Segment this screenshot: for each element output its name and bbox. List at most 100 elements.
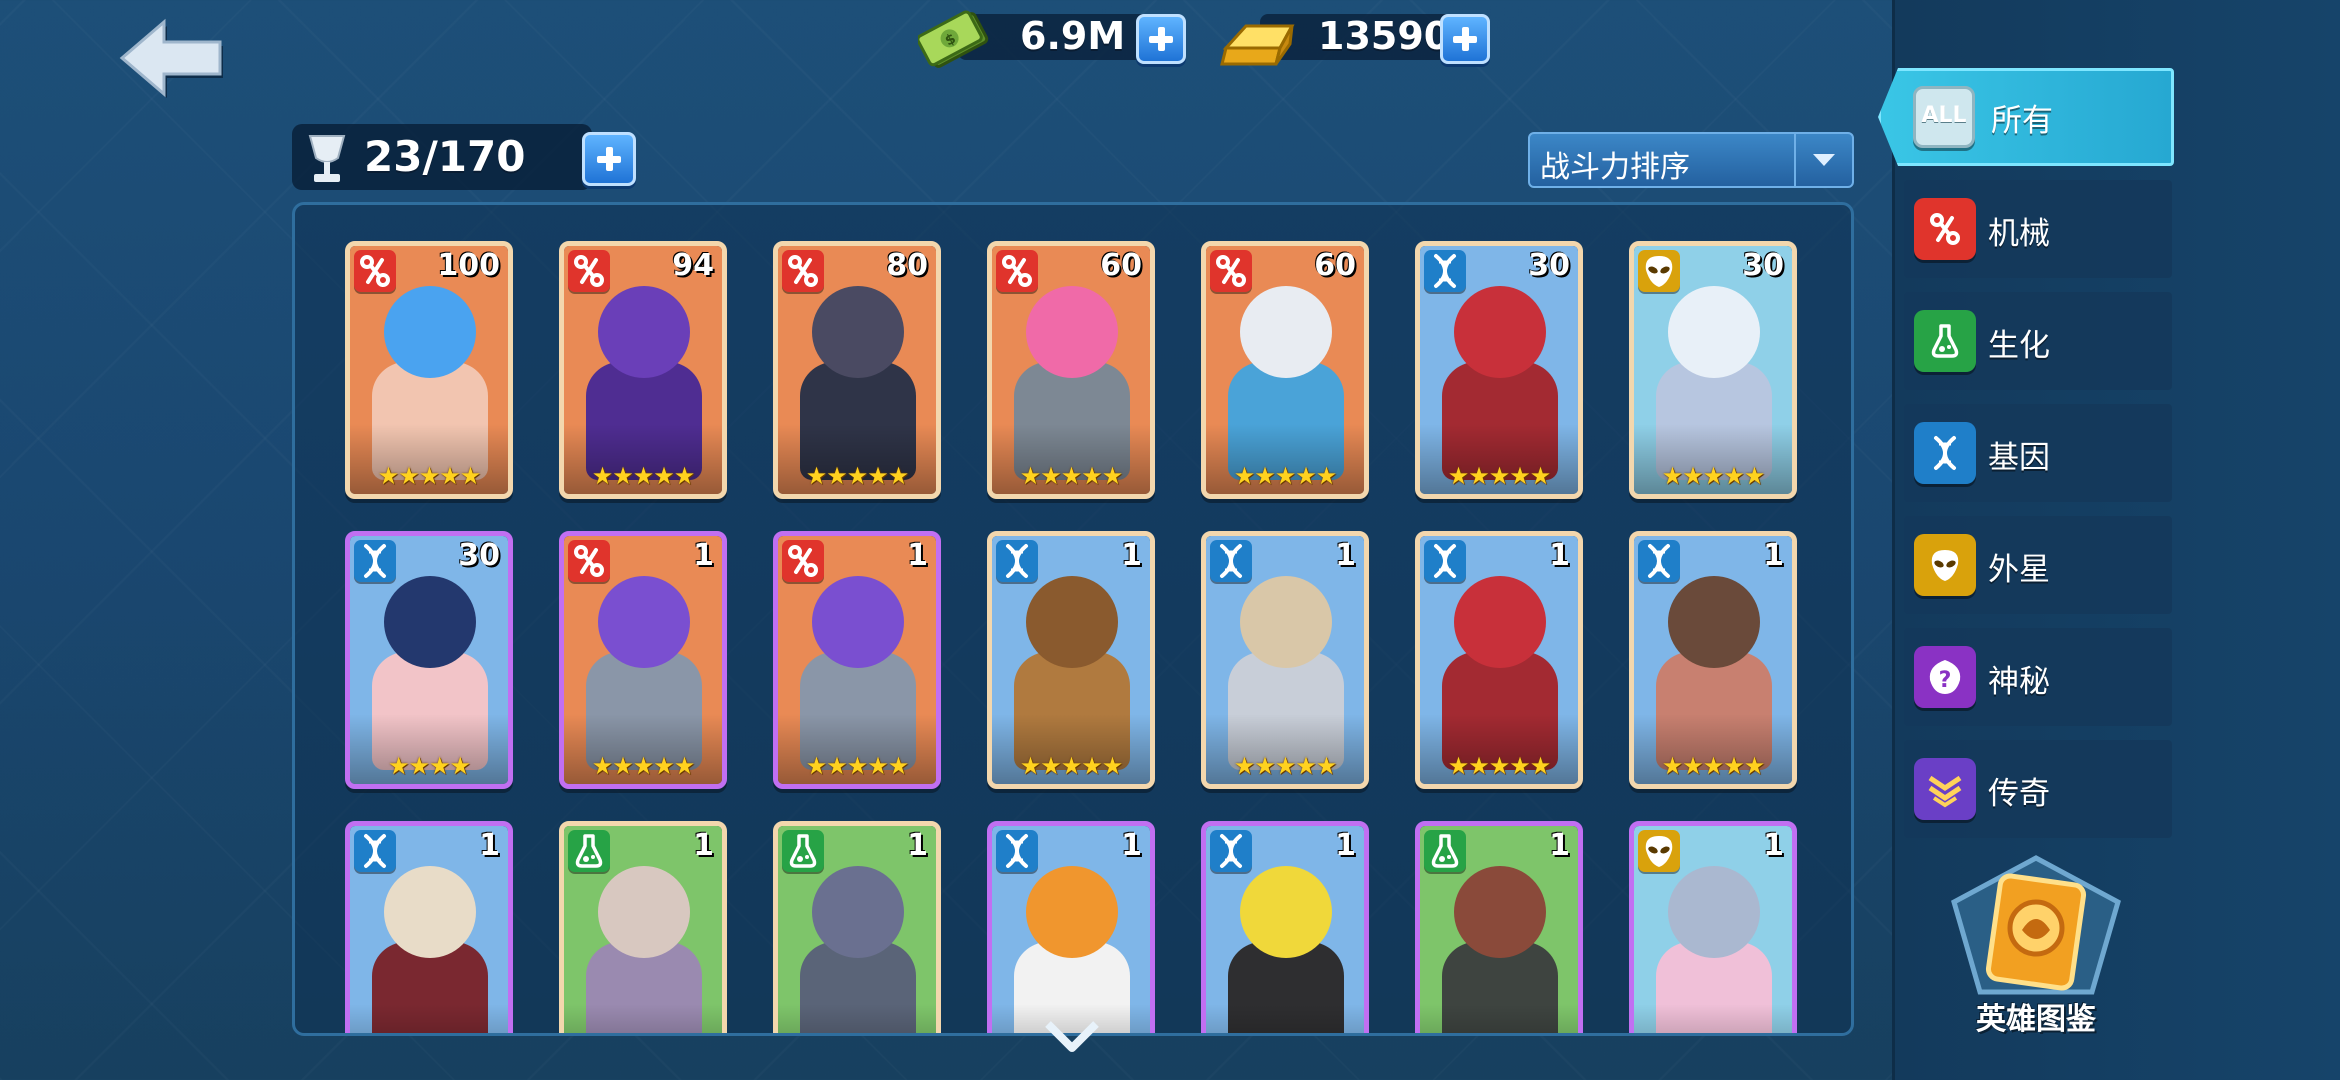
back-arrow-icon — [119, 18, 223, 98]
filter-legend[interactable]: 传奇 — [1904, 740, 2172, 838]
dna-icon — [1210, 830, 1252, 872]
add-gold-button[interactable] — [1440, 14, 1490, 64]
legend-chevron-icon — [1914, 758, 1976, 820]
mech-icon — [996, 250, 1038, 292]
sort-dropdown[interactable]: 战斗力排序 — [1528, 132, 1854, 188]
mech-icon — [568, 250, 610, 292]
hero-card[interactable]: 1 ★★★★★ — [559, 531, 727, 789]
dna-icon — [1638, 540, 1680, 582]
hero-level: 1 — [693, 828, 714, 863]
gold-resource: 13590 — [1220, 10, 1500, 66]
mech-icon — [1210, 250, 1252, 292]
hero-card[interactable]: 1 ★★★★★ — [1629, 531, 1797, 789]
scroll-down-chevron-icon[interactable] — [1042, 1016, 1102, 1056]
cash-amount: 6.9M — [1020, 14, 1126, 58]
hero-level: 1 — [1335, 828, 1356, 863]
hero-card[interactable]: 1 ★★★★★ — [987, 531, 1155, 789]
hero-card[interactable]: 60 ★★★★★ — [1201, 241, 1369, 499]
hero-level: 1 — [1763, 828, 1784, 863]
sort-selected-label: 战斗力排序 — [1540, 150, 1690, 185]
mech-icon — [568, 540, 610, 582]
hero-card[interactable]: 1 — [345, 821, 513, 1033]
filter-label: 基因 — [1988, 440, 2050, 476]
star-rating: ★★★★★ — [1019, 752, 1124, 780]
hero-level: 1 — [1549, 538, 1570, 573]
hero-level: 94 — [672, 248, 714, 283]
hero-capacity: 23/170 — [292, 122, 644, 192]
filter-label: 生化 — [1988, 328, 2050, 364]
hero-card[interactable]: 30 ★★★★ — [345, 531, 513, 789]
star-rating: ★★★★★ — [377, 462, 482, 490]
all-icon-text: ALL — [1921, 103, 1967, 128]
cash-icon: $ — [918, 10, 989, 68]
mystery-icon: ? — [1914, 646, 1976, 708]
dna-icon — [996, 540, 1038, 582]
hero-card[interactable]: 1 — [559, 821, 727, 1033]
trophy-cup-icon — [308, 135, 346, 182]
flask-icon — [568, 830, 610, 872]
hero-card[interactable]: 1 ★★★★★ — [773, 531, 941, 789]
hero-card[interactable]: 1 — [1201, 821, 1369, 1033]
dna-icon — [354, 540, 396, 582]
filter-label: 传奇 — [1988, 776, 2050, 812]
hero-card[interactable]: 1 ★★★★★ — [1201, 531, 1369, 789]
hero-codex-button[interactable]: 英雄图鉴 — [1942, 852, 2130, 1052]
star-rating: ★★★★★ — [591, 462, 696, 490]
filter-gene[interactable]: 基因 — [1904, 404, 2172, 502]
star-rating: ★★★★★ — [591, 752, 696, 780]
mech-icon — [782, 250, 824, 292]
hero-level: 1 — [1121, 828, 1142, 863]
capacity-value: 23/170 — [364, 132, 526, 181]
hero-card[interactable]: 94 ★★★★★ — [559, 241, 727, 499]
hero-level: 1 — [907, 828, 928, 863]
hero-level: 1 — [479, 828, 500, 863]
dna-icon — [1914, 422, 1976, 484]
filter-label: 所有 — [1991, 103, 2053, 139]
hero-card[interactable]: 30 ★★★★★ — [1629, 241, 1797, 499]
back-button[interactable] — [118, 18, 228, 98]
svg-text:?: ? — [1939, 668, 1952, 693]
hero-card[interactable]: 100 ★★★★★ — [345, 241, 513, 499]
mech-icon — [1914, 198, 1976, 260]
dna-icon — [1424, 540, 1466, 582]
hero-level: 100 — [437, 248, 500, 283]
hero-level: 1 — [1549, 828, 1570, 863]
filter-mech[interactable]: 机械 — [1904, 180, 2172, 278]
filter-alien[interactable]: 外星 — [1904, 516, 2172, 614]
hero-card[interactable]: 1 — [1629, 821, 1797, 1033]
alien-icon — [1914, 534, 1976, 596]
star-rating: ★★★★★ — [1447, 752, 1552, 780]
hero-level: 1 — [693, 538, 714, 573]
flask-icon — [1914, 310, 1976, 372]
hero-card[interactable]: 60 ★★★★★ — [987, 241, 1155, 499]
hero-card[interactable]: 80 ★★★★★ — [773, 241, 941, 499]
hero-card[interactable]: 1 — [773, 821, 941, 1033]
add-cash-button[interactable] — [1136, 14, 1186, 64]
dna-icon — [1210, 540, 1252, 582]
flask-icon — [1424, 830, 1466, 872]
filter-label: 外星 — [1988, 552, 2050, 588]
filter-bio[interactable]: 生化 — [1904, 292, 2172, 390]
dna-icon — [354, 830, 396, 872]
mech-icon — [354, 250, 396, 292]
hero-grid[interactable]: 100 ★★★★★ 94 ★★★★★ 80 ★★★★★ 60 ★★★★★ 60 ★★★★★ 30 ★★… — [292, 202, 1854, 1036]
expand-capacity-button[interactable] — [582, 132, 636, 186]
hero-card[interactable]: 1 — [1415, 821, 1583, 1033]
mech-icon — [782, 540, 824, 582]
star-rating: ★★★★★ — [805, 462, 910, 490]
filter-all[interactable]: ALL 所有 — [1878, 68, 2174, 166]
hero-card[interactable]: 30 ★★★★★ — [1415, 241, 1583, 499]
hero-level: 60 — [1100, 248, 1142, 283]
star-rating: ★★★★★ — [1447, 462, 1552, 490]
filter-mystic[interactable]: ? 神秘 — [1904, 628, 2172, 726]
hero-card[interactable]: 1 ★★★★★ — [1415, 531, 1583, 789]
hero-card[interactable]: 1 — [987, 821, 1155, 1033]
hero-level: 1 — [907, 538, 928, 573]
filter-label: 机械 — [1988, 216, 2050, 252]
star-rating: ★★★★★ — [1233, 462, 1338, 490]
star-rating: ★★★★★ — [1661, 752, 1766, 780]
dna-icon — [996, 830, 1038, 872]
hero-level: 1 — [1121, 538, 1142, 573]
flask-icon — [782, 830, 824, 872]
alien-icon — [1638, 830, 1680, 872]
